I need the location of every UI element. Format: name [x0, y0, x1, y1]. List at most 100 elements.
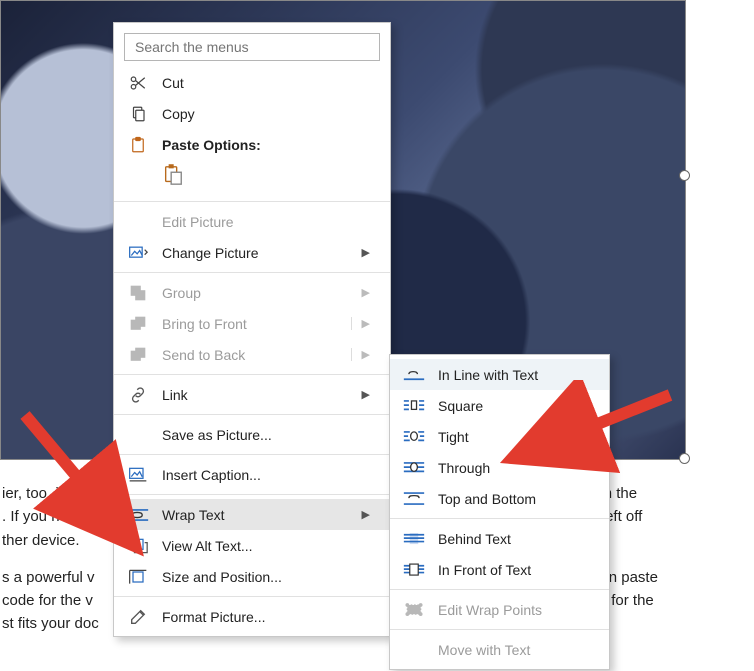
- link-icon: [126, 385, 150, 405]
- wrap-behind-icon: [402, 529, 426, 549]
- body-frag: ier, too, in: [2, 485, 71, 502]
- menu-search-input[interactable]: [124, 33, 380, 61]
- blank-icon: [402, 640, 426, 660]
- menu-label: Copy: [162, 106, 370, 122]
- menu-item-paste-options: Paste Options:: [114, 129, 390, 160]
- wrap-inline-icon: [402, 365, 426, 385]
- menu-item-change-picture[interactable]: Change Picture ▶: [114, 237, 390, 268]
- resize-handle-right-mid[interactable]: [679, 170, 690, 181]
- submenu-item-behind-text[interactable]: Behind Text: [390, 523, 609, 554]
- body-frag: code for the v: [2, 592, 93, 609]
- menu-item-save-as-picture[interactable]: Save as Picture...: [114, 419, 390, 450]
- menu-label: In Line with Text: [438, 367, 589, 383]
- group-icon: [126, 283, 150, 303]
- wrap-text-icon: [126, 505, 150, 525]
- menu-label: View Alt Text...: [162, 538, 370, 554]
- wrap-through-icon: [402, 458, 426, 478]
- menu-label: Size and Position...: [162, 569, 370, 585]
- menu-item-size-position[interactable]: Size and Position...: [114, 561, 390, 592]
- send-back-icon: [126, 345, 150, 365]
- menu-label: Move with Text: [438, 642, 589, 658]
- context-menu: Cut Copy Paste Options:: [113, 22, 391, 637]
- paste-options-row: [114, 160, 390, 197]
- split-caret-icon: ▶: [351, 317, 370, 330]
- menu-label: Square: [438, 398, 589, 414]
- menu-separator: [114, 596, 390, 597]
- menu-separator: [390, 589, 609, 590]
- menu-label: Format Picture...: [162, 609, 370, 625]
- menu-separator: [114, 414, 390, 415]
- menu-item-format-picture[interactable]: Format Picture...: [114, 601, 390, 632]
- alt-text-icon: [126, 536, 150, 556]
- menu-separator: [114, 201, 390, 202]
- menu-label: Edit Picture: [162, 214, 370, 230]
- menu-separator: [390, 518, 609, 519]
- menu-label: In Front of Text: [438, 562, 589, 578]
- body-frag: s a powerful v: [2, 569, 95, 586]
- menu-item-cut[interactable]: Cut: [114, 67, 390, 98]
- clipboard-icon: [126, 135, 150, 155]
- size-position-icon: [126, 567, 150, 587]
- wrap-front-icon: [402, 560, 426, 580]
- submenu-item-tight[interactable]: Tight: [390, 421, 609, 452]
- menu-label: Change Picture: [162, 245, 348, 261]
- submenu-item-edit-wrap-points: Edit Wrap Points: [390, 594, 609, 625]
- menu-label: Cut: [162, 75, 370, 91]
- split-caret-icon: ▶: [351, 348, 370, 361]
- submenu-item-through[interactable]: Through: [390, 452, 609, 483]
- menu-label: Top and Bottom: [438, 491, 589, 507]
- submenu-caret-icon: ▶: [360, 388, 370, 401]
- menu-separator: [114, 374, 390, 375]
- blank-icon: [126, 212, 150, 232]
- submenu-item-top-bottom[interactable]: Top and Bottom: [390, 483, 609, 514]
- menu-label: Behind Text: [438, 531, 589, 547]
- format-picture-icon: [126, 607, 150, 627]
- submenu-item-inline[interactable]: In Line with Text: [390, 359, 609, 390]
- menu-label: Tight: [438, 429, 589, 445]
- menu-label: Through: [438, 460, 589, 476]
- menu-label: Edit Wrap Points: [438, 602, 589, 618]
- wrap-square-icon: [402, 396, 426, 416]
- bring-front-icon: [126, 314, 150, 334]
- edit-wrap-points-icon: [402, 600, 426, 620]
- menu-item-edit-picture: Edit Picture: [114, 206, 390, 237]
- body-frag: ther device.: [2, 532, 80, 549]
- menu-item-view-alt-text[interactable]: View Alt Text...: [114, 530, 390, 561]
- menu-item-group: Group ▶: [114, 277, 390, 308]
- submenu-item-move-with-text: Move with Text: [390, 634, 609, 665]
- menu-label: Save as Picture...: [162, 427, 370, 443]
- body-frag: for the: [611, 592, 654, 609]
- menu-separator: [114, 494, 390, 495]
- blank-icon: [126, 425, 150, 445]
- submenu-caret-icon: ▶: [360, 508, 370, 521]
- paste-option-picture-icon[interactable]: [162, 164, 184, 186]
- change-picture-icon: [126, 243, 150, 263]
- menu-label: Paste Options:: [162, 137, 370, 153]
- menu-label: Send to Back: [162, 347, 339, 363]
- submenu-item-in-front[interactable]: In Front of Text: [390, 554, 609, 585]
- body-frag: st fits your doc: [2, 615, 99, 632]
- menu-label: Wrap Text: [162, 507, 348, 523]
- menu-label: Link: [162, 387, 348, 403]
- submenu-caret-icon: ▶: [360, 246, 370, 259]
- resize-handle-right-bottom[interactable]: [679, 453, 690, 464]
- body-frag: . If you need: [2, 508, 85, 525]
- submenu-item-square[interactable]: Square: [390, 390, 609, 421]
- caption-icon: [126, 465, 150, 485]
- wrap-top-bottom-icon: [402, 489, 426, 509]
- menu-item-link[interactable]: Link ▶: [114, 379, 390, 410]
- copy-icon: [126, 104, 150, 124]
- menu-item-copy[interactable]: Copy: [114, 98, 390, 129]
- document-canvas: groovyPost.com ier, too, in us on the . …: [0, 0, 754, 671]
- menu-item-insert-caption[interactable]: Insert Caption...: [114, 459, 390, 490]
- scissors-icon: [126, 73, 150, 93]
- menu-label: Bring to Front: [162, 316, 339, 332]
- menu-item-bring-to-front: Bring to Front ▶: [114, 308, 390, 339]
- menu-separator: [114, 272, 390, 273]
- wrap-text-submenu: In Line with Text Square Tight: [389, 354, 610, 670]
- menu-item-send-to-back: Send to Back ▶: [114, 339, 390, 370]
- menu-label: Insert Caption...: [162, 467, 370, 483]
- menu-item-wrap-text[interactable]: Wrap Text ▶: [114, 499, 390, 530]
- menu-separator: [390, 629, 609, 630]
- menu-label: Group: [162, 285, 348, 301]
